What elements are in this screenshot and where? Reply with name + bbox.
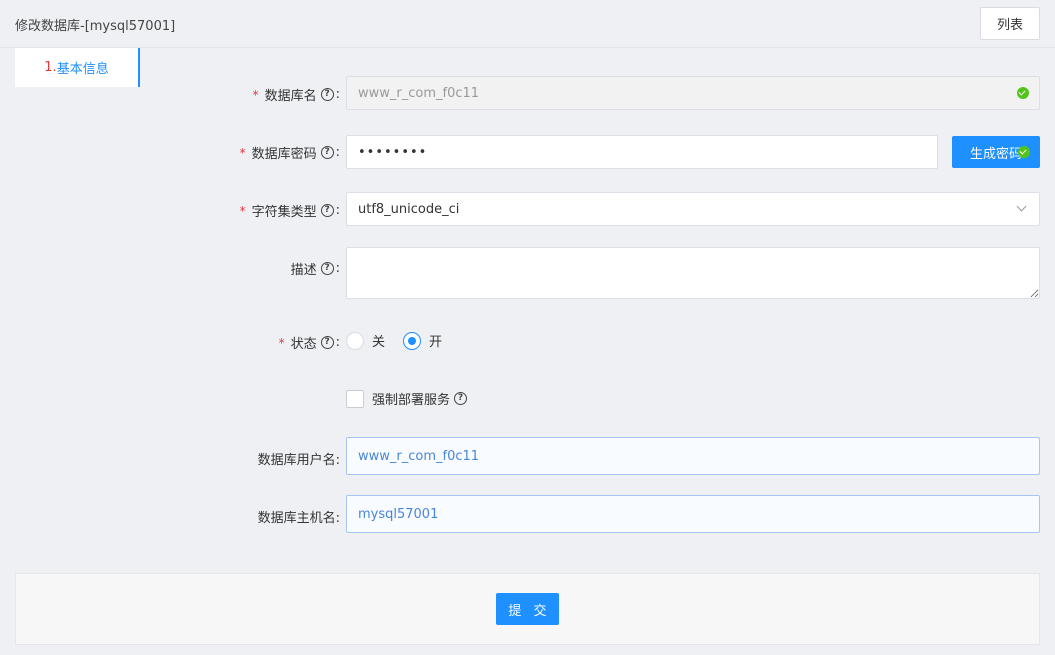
status-off-label: 关 [372,335,386,350]
db-name-label: * 数据库名 ?: [252,87,340,104]
list-button[interactable]: 列表 [980,7,1040,40]
status-label: * 状态 ?: [278,335,340,352]
db-username-label: 数据库用户名: [258,449,340,468]
help-icon[interactable]: ? [320,146,334,159]
charset-value: utf8_unicode_ci [358,201,460,217]
db-host-input[interactable]: mysql57001 [346,495,1040,533]
db-username-input[interactable]: www_r_com_f0c11 [346,437,1040,475]
force-deploy-checkbox[interactable] [346,389,364,408]
status-radio-off[interactable]: 关 [346,331,385,350]
db-host-label-text: 数据库主机名: [257,511,340,526]
db-name-label-text: 数据库名 [264,89,317,104]
db-password-input[interactable]: •••••••• [346,135,938,169]
db-host-label: 数据库主机名: [258,507,340,526]
help-icon[interactable]: ? [454,392,468,405]
db-username-value: www_r_com_f0c11 [358,448,480,464]
radio-circle-checked [403,331,422,350]
status-radio-on[interactable]: 开 [403,331,442,350]
tab-basic-info[interactable]: 1. 基本信息 [15,48,140,87]
page-title: 修改数据库-[mysql57001] [15,19,176,34]
db-username-label-text: 数据库用户名: [257,453,340,468]
db-host-value: mysql57001 [358,506,439,522]
force-deploy-label: 强制部署服务 [372,393,451,408]
db-password-label: * 数据库密码 ?: [239,145,340,162]
required-mark: * [252,87,259,102]
help-icon[interactable]: ? [320,88,334,101]
db-name-input[interactable]: www_r_com_f0c11 [346,76,1040,110]
status-on-label: 开 [429,335,443,350]
charset-label-text: 字符集类型 [251,205,317,220]
db-name-value: www_r_com_f0c11 [358,85,480,101]
description-label-text: 描述 [290,263,317,278]
page-header: 修改数据库-[mysql57001] 列表 [0,0,1055,48]
required-mark: * [239,145,246,160]
required-mark: * [278,335,285,350]
db-password-label-text: 数据库密码 [251,147,317,162]
force-deploy-row: 强制部署服务 ? [346,389,468,408]
description-textarea[interactable] [346,247,1040,299]
radio-circle [346,331,364,350]
required-mark: * [239,203,246,218]
chevron-down-icon [1016,201,1027,212]
help-icon[interactable]: ? [320,204,334,217]
tab-number: 1. [44,60,57,75]
status-radio-group: 关 开 [346,331,460,350]
db-password-value: •••••••• [358,144,428,160]
charset-select[interactable]: utf8_unicode_ci [346,192,1040,226]
description-label: 描述 ?: [290,261,340,278]
check-circle-icon [1017,87,1029,99]
help-icon[interactable]: ? [320,262,334,275]
tab-label: 基本信息 [56,62,109,77]
help-icon[interactable]: ? [320,336,334,349]
status-label-text: 状态 [290,337,317,352]
submit-button[interactable]: 提 交 [496,593,559,625]
check-circle-icon [1018,146,1030,158]
charset-label: * 字符集类型 ?: [239,203,340,220]
